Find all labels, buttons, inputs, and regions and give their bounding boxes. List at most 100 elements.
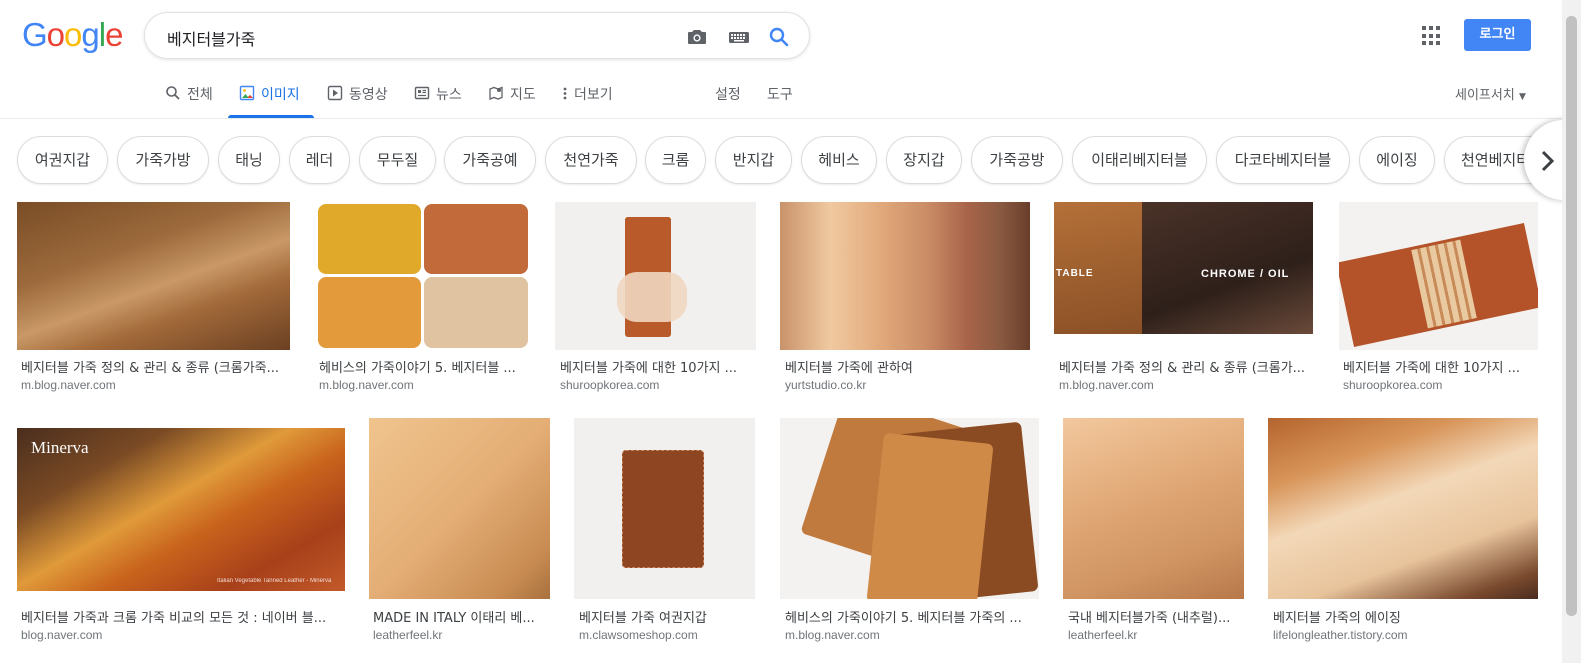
result-thumbnail[interactable]: [17, 202, 290, 350]
overlay-caption: Italian Vegetable Tanned Leather - Miner…: [217, 578, 332, 584]
apps-grid-icon[interactable]: [1422, 26, 1442, 46]
logo-letter: o: [46, 16, 65, 53]
result-thumbnail[interactable]: [555, 202, 756, 350]
result-source: blog.naver.com: [21, 628, 103, 642]
search-icon[interactable]: [767, 25, 791, 49]
tab-label: 뉴스: [436, 87, 462, 103]
result-title[interactable]: 베지터블 가죽에 대한 10가지 ...: [1343, 357, 1537, 376]
chip[interactable]: 무두질: [359, 136, 436, 184]
related-chips-bar: 여권지갑 가죽가방 태닝 레더 무두질 가죽공예 천연가죽 크롬 반지갑 헤비스…: [0, 134, 1581, 188]
tab-maps[interactable]: 지도: [488, 84, 536, 114]
camera-icon[interactable]: [685, 25, 709, 49]
result-source: lifelongleather.tistory.com: [1273, 628, 1408, 642]
chip[interactable]: 가죽공예: [444, 136, 536, 184]
tab-label: 전체: [187, 87, 213, 103]
result-source: m.blog.naver.com: [319, 378, 414, 392]
chip[interactable]: 에이징: [1359, 136, 1435, 184]
result-title[interactable]: 베지터블 가죽 정의 & 관리 & 종류 (크롬가...: [1059, 357, 1311, 376]
scrollbar-thumb[interactable]: [1566, 16, 1577, 616]
result-title[interactable]: 베지터블 가죽 여권지갑: [579, 607, 754, 626]
tab-videos[interactable]: 동영상: [327, 84, 388, 114]
result-thumbnail[interactable]: [1063, 418, 1244, 599]
safesearch-label: 세이프서치: [1455, 88, 1515, 103]
overlay-label: TABLE: [1056, 268, 1094, 279]
overlay-label: Minerva: [31, 438, 89, 457]
result-source: shuroopkorea.com: [1343, 378, 1443, 392]
result-thumbnail[interactable]: [780, 202, 1030, 350]
chip[interactable]: 태닝: [218, 136, 280, 184]
result-thumbnail[interactable]: Minerva Italian Vegetable Tanned Leather…: [17, 428, 345, 591]
tab-tools[interactable]: 도구: [767, 84, 793, 114]
tab-label: 이미지: [261, 87, 300, 103]
logo-letter: e: [105, 16, 123, 53]
result-title[interactable]: 베지터블 가죽과 크롬 가죽 비교의 모든 것 : 네이버 블...: [21, 607, 341, 626]
search-tabs: 전체 이미지 동영상 뉴스 지도 더보기 설정 도구 세이프서치 ▼: [0, 70, 1581, 119]
chip[interactable]: 헤비스: [801, 136, 877, 184]
tab-label: 도구: [767, 87, 793, 103]
tab-label: 더보기: [574, 87, 613, 103]
tab-news[interactable]: 뉴스: [414, 84, 462, 114]
logo-letter: o: [64, 16, 82, 53]
result-thumbnail[interactable]: [316, 202, 530, 350]
tab-label: 지도: [510, 87, 536, 103]
tab-label: 설정: [715, 87, 741, 103]
chip[interactable]: 레더: [289, 136, 350, 184]
result-source: m.blog.naver.com: [21, 378, 116, 392]
chip[interactable]: 다코타베지터블: [1216, 136, 1350, 184]
tab-more[interactable]: 더보기: [562, 84, 613, 114]
result-source: leatherfeel.kr: [373, 628, 443, 642]
tab-images[interactable]: 이미지: [239, 84, 300, 114]
image-icon: [239, 85, 255, 101]
result-title[interactable]: 베지터블 가죽에 대한 10가지 ...: [560, 357, 756, 376]
tab-label: 동영상: [349, 87, 388, 103]
result-source: m.blog.naver.com: [1059, 378, 1154, 392]
result-source: leatherfeel.kr: [1068, 628, 1138, 642]
header: Google 베지터블가죽 로그인: [0, 0, 1581, 70]
chip[interactable]: 가죽가방: [117, 136, 209, 184]
result-thumbnail[interactable]: [1268, 418, 1538, 599]
result-source: yurtstudio.co.kr: [785, 378, 867, 392]
chip[interactable]: 가죽공방: [971, 136, 1063, 184]
result-thumbnail[interactable]: [780, 418, 1039, 599]
google-logo[interactable]: Google: [22, 16, 123, 54]
search-box[interactable]: 베지터블가죽: [144, 12, 810, 59]
overlay-label: CHROME / OIL: [1201, 268, 1290, 280]
result-title[interactable]: MADE IN ITALY 이태리 베...: [373, 607, 548, 626]
news-icon: [414, 86, 430, 100]
chip[interactable]: 반지갑: [715, 136, 792, 184]
keyboard-icon[interactable]: [727, 25, 751, 49]
result-thumbnail[interactable]: [574, 418, 755, 599]
result-title[interactable]: 베지터블 가죽의 에이징: [1273, 607, 1538, 626]
page-scrollbar[interactable]: [1562, 0, 1581, 663]
logo-letter: g: [81, 16, 99, 53]
result-thumbnail[interactable]: [1339, 202, 1538, 350]
search-input[interactable]: 베지터블가죽: [167, 26, 255, 50]
safesearch-dropdown[interactable]: 세이프서치 ▼: [1455, 84, 1526, 103]
active-tab-indicator: [228, 115, 314, 118]
result-thumbnail[interactable]: [369, 418, 550, 599]
result-source: shuroopkorea.com: [560, 378, 660, 392]
result-source: m.clawsomeshop.com: [579, 628, 698, 642]
result-title[interactable]: 헤비스의 가죽이야기 5. 베지터블 가죽의 ...: [785, 607, 1035, 626]
login-button[interactable]: 로그인: [1464, 19, 1531, 51]
result-title[interactable]: 베지터블 가죽 정의 & 관리 & 종류 (크롬가죽...: [21, 357, 291, 376]
result-thumbnail[interactable]: TABLE CHROME / OIL: [1054, 202, 1313, 334]
search-icon: [166, 86, 180, 100]
result-source: m.blog.naver.com: [785, 628, 880, 642]
chip[interactable]: 천연가죽: [545, 136, 637, 184]
chip[interactable]: 장지갑: [886, 136, 962, 184]
chip[interactable]: 이태리베지터블: [1072, 136, 1207, 184]
map-icon: [489, 86, 503, 100]
more-vert-icon: [563, 87, 567, 100]
tab-all[interactable]: 전체: [165, 84, 213, 114]
chip[interactable]: 크롬: [645, 136, 706, 184]
logo-letter: G: [22, 16, 48, 53]
tab-settings[interactable]: 설정: [715, 84, 741, 114]
result-title[interactable]: 국내 베지터블가죽 (내추럴)...: [1068, 607, 1243, 626]
video-icon: [327, 85, 343, 101]
result-title[interactable]: 헤비스의 가죽이야기 5. 베지터블 ...: [319, 357, 529, 376]
result-title[interactable]: 베지터블 가죽에 관하여: [785, 357, 1030, 376]
caret-down-icon: ▼: [1518, 92, 1526, 102]
chevron-right-icon: [1541, 150, 1555, 172]
chip[interactable]: 여권지갑: [17, 136, 108, 184]
